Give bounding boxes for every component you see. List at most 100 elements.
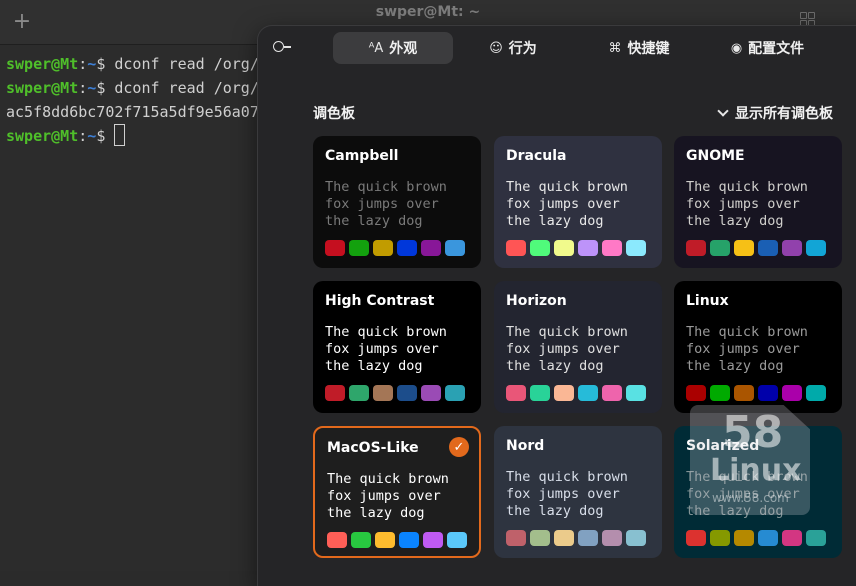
palette-section-title: 调色板 <box>313 106 355 122</box>
color-swatch <box>578 240 598 256</box>
command-text: dconf read /org/ <box>114 79 259 97</box>
color-swatch <box>421 385 441 401</box>
terminal-line: swper@Mt:~$ dconf read /org/ <box>6 76 259 100</box>
prompt-dollar: $ <box>96 127 115 145</box>
palette-card-horizon[interactable]: Horizon The quick brown fox jumps over th… <box>494 281 662 413</box>
color-swatch <box>578 385 598 401</box>
prompt-sep: : <box>78 55 88 73</box>
color-swatch <box>782 530 802 546</box>
tab-label: 配置文件 <box>748 41 805 57</box>
color-swatch <box>349 240 369 256</box>
color-swatch <box>351 532 371 548</box>
color-swatch <box>445 240 465 256</box>
palette-name: High Contrast <box>325 293 435 309</box>
color-swatch <box>602 240 622 256</box>
color-swatch <box>506 530 526 546</box>
palette-card-nord[interactable]: Nord The quick brown fox jumps over the l… <box>494 426 662 558</box>
prompt-sep: : <box>78 79 88 97</box>
tab-profiles[interactable]: ◉ 配置文件 <box>710 32 825 64</box>
color-swatch <box>423 532 443 548</box>
prompt-user: swper@Mt <box>6 79 79 97</box>
show-all-palettes-button[interactable]: 显示所有调色板 <box>717 103 833 123</box>
palette-swatches <box>686 530 826 546</box>
color-swatch <box>758 530 778 546</box>
palette-name: Solarized <box>686 438 760 454</box>
color-swatch <box>710 530 730 546</box>
show-all-label: 显示所有调色板 <box>735 106 833 122</box>
prompt-user: swper@Mt <box>6 55 79 73</box>
window-title: swper@Mt: ~ <box>375 4 481 20</box>
palette-sample-text: The quick brown fox jumps over the lazy … <box>325 179 447 229</box>
terminal-output: ac5f8dd6bc702f715a5df9e56a07 <box>6 103 259 121</box>
tab-label: 行为 <box>508 41 537 57</box>
prompt-sep: : <box>78 127 88 145</box>
terminal-line: swper@Mt:~$ dconf read /org/ <box>6 52 259 76</box>
palette-name: Nord <box>506 438 545 454</box>
color-swatch <box>806 240 826 256</box>
palette-swatches <box>506 240 646 256</box>
palette-name: Horizon <box>506 293 567 309</box>
tab-behavior[interactable]: ☺ 行为 <box>478 32 548 64</box>
color-swatch <box>710 385 730 401</box>
palette-card-dracula[interactable]: Dracula The quick brown fox jumps over th… <box>494 136 662 268</box>
color-swatch <box>686 240 706 256</box>
palette-card-campbell[interactable]: Campbell The quick brown fox jumps over t… <box>313 136 481 268</box>
palette-card-solarized[interactable]: Solarized The quick brown fox jumps over … <box>674 426 842 558</box>
prompt-path: ~ <box>87 127 97 145</box>
appearance-icon: ᴬA <box>368 40 384 56</box>
profile-icon: ◉ <box>730 40 743 56</box>
preferences-tabbar: ᴬA 外观 ☺ 行为 ⌘ 快捷键 ◉ 配置文件 <box>258 26 856 74</box>
color-swatch <box>602 385 622 401</box>
color-swatch <box>578 530 598 546</box>
palette-sample-text: The quick brown fox jumps over the lazy … <box>506 324 628 374</box>
tab-label: 外观 <box>389 41 418 57</box>
color-swatch <box>421 240 441 256</box>
palette-card-linux[interactable]: Linux The quick brown fox jumps over the … <box>674 281 842 413</box>
accessibility-icon: ☺ <box>489 40 503 56</box>
chevron-down-icon <box>717 105 729 117</box>
color-swatch <box>397 385 417 401</box>
color-swatch <box>626 385 646 401</box>
color-swatch <box>373 385 393 401</box>
color-swatch <box>554 530 574 546</box>
palette-card-macos-like[interactable]: MacOS-Like The quick brown fox jumps over… <box>313 426 481 558</box>
palette-sample-text: The quick brown fox jumps over the lazy … <box>506 179 628 229</box>
tab-overview-icon[interactable] <box>800 12 815 27</box>
color-swatch <box>447 532 467 548</box>
color-swatch <box>686 385 706 401</box>
prompt-path: ~ <box>87 55 97 73</box>
color-swatch <box>782 385 802 401</box>
palette-swatches <box>325 240 465 256</box>
preferences-dialog: ᴬA 外观 ☺ 行为 ⌘ 快捷键 ◉ 配置文件 调色板 显示所有调色板 Camp… <box>258 26 856 586</box>
color-swatch <box>554 240 574 256</box>
color-swatch <box>782 240 802 256</box>
palette-card-high-contrast[interactable]: High Contrast The quick brown fox jumps o… <box>313 281 481 413</box>
palette-sample-text: The quick brown fox jumps over the lazy … <box>327 471 449 521</box>
palette-sample-text: The quick brown fox jumps over the lazy … <box>506 469 628 519</box>
palette-swatches <box>686 385 826 401</box>
prompt-user: swper@Mt <box>6 127 79 145</box>
palette-sample-text: The quick brown fox jumps over the lazy … <box>686 469 808 519</box>
color-swatch <box>506 385 526 401</box>
palette-swatches <box>686 240 826 256</box>
checkmark-icon: ✓ <box>449 437 469 457</box>
palette-name: MacOS-Like <box>327 440 419 456</box>
color-swatch <box>734 385 754 401</box>
prompt-dollar: $ <box>96 55 115 73</box>
color-swatch <box>626 530 646 546</box>
color-swatch <box>325 240 345 256</box>
color-swatch <box>806 385 826 401</box>
palette-sample-text: The quick brown fox jumps over the lazy … <box>686 324 808 374</box>
palette-sample-text: The quick brown fox jumps over the lazy … <box>686 179 808 229</box>
color-swatch <box>327 532 347 548</box>
color-swatch <box>373 240 393 256</box>
tab-appearance[interactable]: ᴬA 外观 <box>333 32 453 64</box>
tab-shortcuts[interactable]: ⌘ 快捷键 <box>594 32 684 64</box>
color-swatch <box>399 532 419 548</box>
palette-swatches <box>325 385 465 401</box>
color-swatch <box>506 240 526 256</box>
palette-card-gnome[interactable]: GNOME The quick brown fox jumps over the … <box>674 136 842 268</box>
color-swatch <box>710 240 730 256</box>
color-swatch <box>758 385 778 401</box>
terminal-line: swper@Mt:~$ <box>6 124 126 148</box>
